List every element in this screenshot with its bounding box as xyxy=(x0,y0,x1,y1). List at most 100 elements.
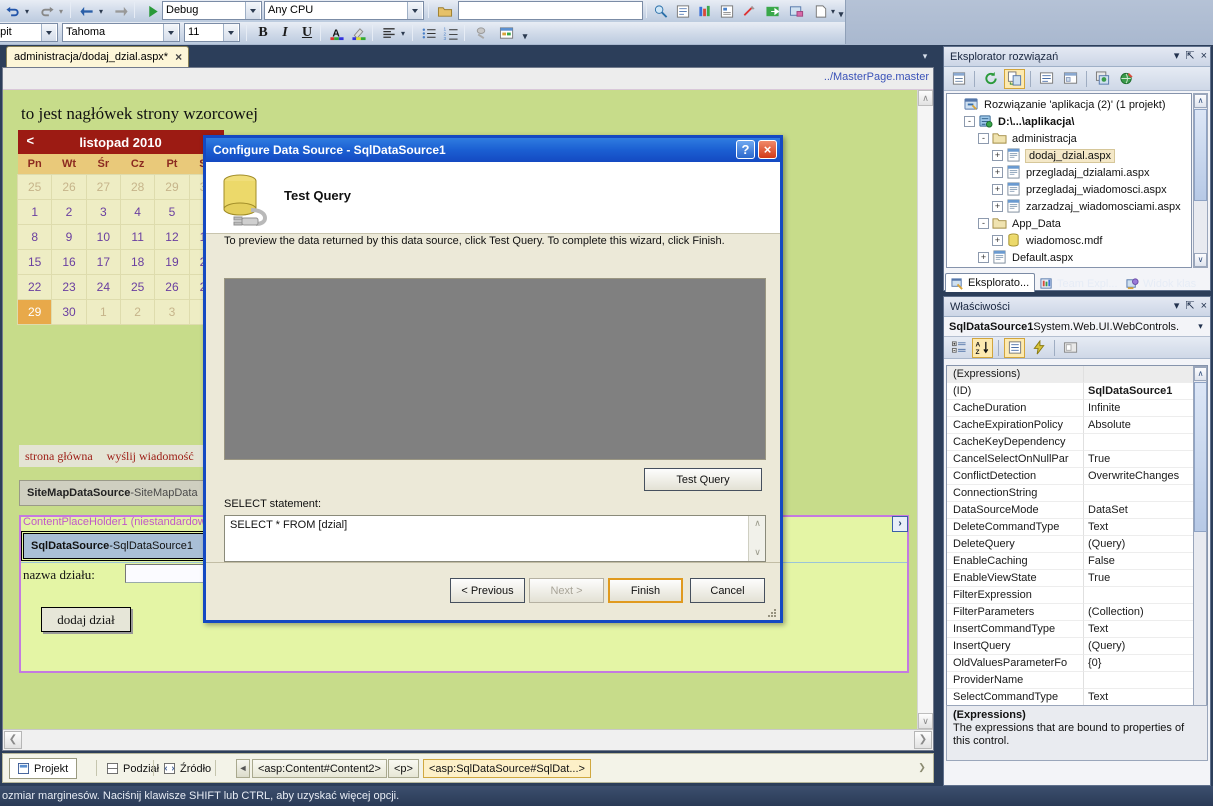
property-value[interactable] xyxy=(1084,434,1207,451)
previous-button[interactable]: < Previous xyxy=(450,578,525,603)
scroll-up-icon[interactable]: ∧ xyxy=(750,517,765,531)
navigate-forward-icon[interactable] xyxy=(110,1,132,21)
calendar-prev-icon[interactable]: < xyxy=(27,133,35,148)
property-row[interactable]: CacheDuration Infinite xyxy=(947,400,1207,417)
resize-grip-icon[interactable] xyxy=(767,608,777,618)
scroll-right-icon[interactable]: ❯ xyxy=(914,731,932,749)
tree-node[interactable]: +MasterPage.master xyxy=(947,266,1191,267)
view-designer-icon[interactable] xyxy=(1060,69,1081,89)
view-code-icon[interactable] xyxy=(1036,69,1057,89)
properties-object-selector[interactable]: SqlDataSource1 System.Web.UI.WebControls… xyxy=(944,317,1210,337)
expand-icon[interactable]: + xyxy=(992,150,1003,161)
view-tab-design[interactable]: Projekt xyxy=(9,758,78,779)
property-value[interactable]: Text xyxy=(1084,689,1207,706)
solution-platform-combo[interactable]: Any CPU xyxy=(264,1,424,20)
underline-button[interactable]: U xyxy=(296,23,318,43)
navigate-back-dropdown-icon[interactable]: ▾ xyxy=(96,1,106,21)
property-value[interactable]: Text xyxy=(1084,519,1207,536)
insert-table-icon[interactable] xyxy=(496,23,518,43)
view-tab-source[interactable]: Źródło xyxy=(156,758,219,779)
scroll-down-icon[interactable]: ∨ xyxy=(1194,253,1207,267)
calendar-day-cell[interactable]: 1 xyxy=(16,198,53,225)
nav-link-send-message[interactable]: wyślij wiadomość xyxy=(107,449,194,464)
calendar-day-cell[interactable]: 15 xyxy=(16,248,53,275)
solution-explorer-panel[interactable]: Eksplorator rozwiązań ▾ ⇱ × Rozwiązanie … xyxy=(943,46,1211,291)
solution-tree-scrollbar[interactable]: ∧ ∨ xyxy=(1193,93,1208,268)
calendar-day-cell[interactable]: 2 xyxy=(119,298,156,325)
font-family-combo[interactable]: Tahoma xyxy=(62,23,180,42)
calendar-day-cell[interactable]: 2 xyxy=(51,198,87,225)
numbered-list-icon[interactable]: 123 xyxy=(440,23,462,43)
tree-node[interactable]: - D:\...\aplikacja\ xyxy=(947,113,1191,130)
calendar-day-cell[interactable]: 26 xyxy=(51,173,87,200)
toolbar-overflow-icon[interactable]: ▾ xyxy=(520,22,530,42)
undo-dropdown-icon[interactable]: ▾ xyxy=(22,1,32,21)
property-value[interactable] xyxy=(1084,672,1207,689)
property-row[interactable]: CacheKeyDependency xyxy=(947,434,1207,451)
toolbar-overflow-icon[interactable]: ▾ xyxy=(836,0,846,20)
dock-tab-solution-explorer[interactable]: Eksplorato... xyxy=(945,273,1036,292)
panel-dropdown-icon[interactable]: ▾ xyxy=(1174,49,1180,62)
chevron-down-icon[interactable]: ▾ xyxy=(1193,319,1208,334)
properties-view-icon[interactable] xyxy=(1004,337,1025,358)
document-tab-dodaj-dzial[interactable]: administracja/dodaj_dzial.aspx* × xyxy=(6,46,190,67)
dialog-title-bar[interactable]: Configure Data Source - SqlDataSource1 ?… xyxy=(206,138,780,162)
property-value[interactable]: Text xyxy=(1084,621,1207,638)
nav-link-home[interactable]: strona główna xyxy=(25,449,93,464)
tree-node[interactable]: + przegladaj_dzialami.aspx xyxy=(947,164,1191,181)
property-row[interactable]: (ID) SqlDataSource1 xyxy=(947,383,1207,400)
query-results-preview[interactable] xyxy=(224,278,766,460)
tree-node[interactable]: - App_Data xyxy=(947,215,1191,232)
tag-navigator-prev-icon[interactable]: ◄ xyxy=(236,759,250,778)
property-pages-icon[interactable] xyxy=(1060,338,1081,358)
collapse-icon[interactable]: - xyxy=(978,133,989,144)
tree-node[interactable]: Rozwiązanie 'aplikacja (2)' (1 projekt) xyxy=(947,96,1191,113)
dock-tab-team-explorer[interactable]: Team Expl... xyxy=(1035,274,1123,293)
calendar-day-cell[interactable]: 29 xyxy=(154,173,190,200)
add-department-button[interactable]: dodaj dział xyxy=(41,607,131,632)
finish-button[interactable]: Finish xyxy=(608,578,683,603)
property-row[interactable]: DeleteCommandType Text xyxy=(947,519,1207,536)
panel-dropdown-icon[interactable]: ▾ xyxy=(1174,299,1180,312)
scroll-up-icon[interactable]: ∧ xyxy=(918,90,933,106)
chevron-down-icon[interactable] xyxy=(245,2,260,19)
alphabetical-sort-icon[interactable]: AZ xyxy=(972,337,993,358)
calendar-day-cell[interactable]: 26 xyxy=(154,273,190,300)
property-row[interactable]: SelectCommandType Text xyxy=(947,689,1207,706)
property-value[interactable] xyxy=(1084,366,1207,383)
align-dropdown-icon[interactable]: ▾ xyxy=(398,23,408,43)
properties-window-icon[interactable] xyxy=(672,1,694,21)
navigate-back-icon[interactable] xyxy=(76,1,98,21)
highlight-color-icon[interactable] xyxy=(348,23,370,43)
property-value[interactable]: OverwriteChanges xyxy=(1084,468,1207,485)
property-value[interactable]: True xyxy=(1084,451,1207,468)
property-value[interactable]: False xyxy=(1084,553,1207,570)
calendar-day-cell[interactable]: 3 xyxy=(85,198,121,225)
collapse-icon[interactable]: - xyxy=(964,116,975,127)
dock-tab-class-view[interactable]: Widok klas xyxy=(1121,274,1201,293)
chevron-down-icon[interactable] xyxy=(407,2,422,19)
sitemap-nav-links[interactable]: strona główna wyślij wiadomość xyxy=(19,445,219,467)
calendar-day-cell[interactable]: 24 xyxy=(85,273,121,300)
expand-icon[interactable]: + xyxy=(992,184,1003,195)
tree-node[interactable]: - administracja xyxy=(947,130,1191,147)
calendar-day-cell[interactable]: 3 xyxy=(154,298,190,325)
bulleted-list-icon[interactable] xyxy=(418,23,440,43)
property-value[interactable]: (Query) xyxy=(1084,536,1207,553)
calendar-day-cell[interactable]: 29 xyxy=(16,298,53,325)
property-value[interactable] xyxy=(1084,587,1207,604)
properties-grid[interactable]: (Expressions) (ID) SqlDataSource1 CacheDura… xyxy=(946,365,1208,723)
italic-button[interactable]: I xyxy=(274,23,296,43)
calendar-day-cell[interactable]: 19 xyxy=(154,248,190,275)
calendar-day-cell[interactable]: 25 xyxy=(16,173,53,200)
property-value[interactable]: DataSet xyxy=(1084,502,1207,519)
tree-node[interactable]: + wiadomosc.mdf xyxy=(947,232,1191,249)
scroll-up-icon[interactable]: ∧ xyxy=(1194,367,1207,381)
calendar-day-cell[interactable]: 30 xyxy=(51,298,87,325)
property-row[interactable]: EnableViewState True xyxy=(947,570,1207,587)
property-value[interactable]: Infinite xyxy=(1084,400,1207,417)
nest-related-files-icon[interactable] xyxy=(1004,68,1025,89)
font-size-combo[interactable]: 11 xyxy=(184,23,240,42)
calendar-control[interactable]: < listopad 2010 Pn Wt Śr Cz Pt So 252627… xyxy=(16,130,225,325)
properties-icon[interactable] xyxy=(948,69,969,89)
